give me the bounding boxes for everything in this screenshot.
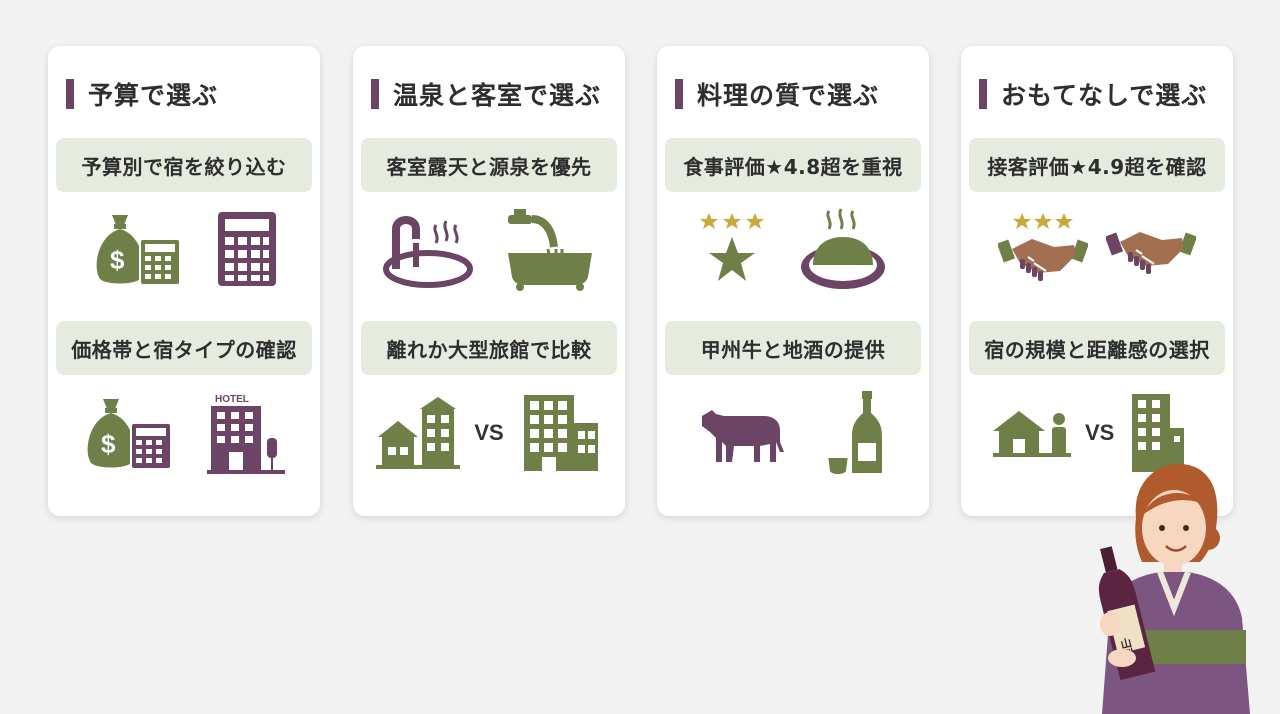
card-onsen: 温泉と客室で選ぶ 客室露天と源泉を優先 離れか大型旅館で比較 VS: [353, 46, 625, 516]
hot-spring-icon: [383, 216, 473, 288]
card-title: おもてなしで選ぶ: [979, 76, 1207, 112]
title-accent-bar: [371, 79, 379, 109]
calculator-icon: [218, 212, 276, 286]
icon-row: $: [48, 204, 320, 294]
card-title: 温泉と客室で選ぶ: [371, 76, 601, 112]
pill-label: 接客評価★4.9超を確認: [969, 138, 1225, 192]
title-accent-bar: [979, 79, 987, 109]
handshake-stars-icon: [998, 213, 1088, 281]
card-title-text: 予算で選ぶ: [88, 81, 219, 110]
hotel-building-icon: HOTEL: [207, 394, 285, 474]
pill-label: 甲州牛と地酒の提供: [665, 321, 921, 375]
vs-label: VS: [1085, 420, 1115, 445]
money-bag-calculator-icon: $: [96, 215, 181, 286]
icon-row: [657, 388, 929, 478]
pill-label: 食事評価★4.8超を重視: [665, 138, 921, 192]
pill-label: 客室露天と源泉を優先: [361, 138, 617, 192]
pill-label: 離れか大型旅館で比較: [361, 321, 617, 375]
card-hospitality: おもてなしで選ぶ 接客評価★4.9超を確認 宿の規模と距離感の選択 VS: [961, 46, 1233, 516]
sake-bottle-icon: [828, 391, 882, 474]
icon-row: [353, 204, 625, 294]
bathtub-faucet-icon: [508, 209, 592, 291]
card-title-text: 料理の質で選ぶ: [697, 81, 880, 110]
kimono-woman-illustration: 山梨: [1098, 463, 1250, 714]
card-cuisine: 料理の質で選ぶ 食事評価★4.8超を重視 甲州牛と地酒の提供: [657, 46, 929, 516]
icon-row: [961, 204, 1233, 294]
svg-text:$: $: [101, 429, 116, 459]
money-bag-calculator-icon: $: [87, 399, 172, 470]
pill-label: 予算別で宿を絞り込む: [56, 138, 312, 192]
svg-text:$: $: [110, 245, 125, 275]
large-building-icon: [523, 395, 598, 471]
card-title-text: 温泉と客室で選ぶ: [393, 81, 602, 110]
handshake-icon: [1106, 232, 1196, 274]
card-budget: 予算で選ぶ 予算別で宿を絞り込む $ 価格帯と宿タイプの確認 $ HOTEL: [48, 46, 320, 516]
small-buildings-icon: [376, 397, 461, 469]
vs-label: VS: [474, 420, 504, 445]
card-title-text: おもてなしで選ぶ: [1001, 81, 1208, 110]
card-title: 料理の質で選ぶ: [675, 76, 879, 112]
card-title: 予算で選ぶ: [66, 76, 218, 112]
icon-row: $ HOTEL: [48, 388, 320, 478]
icon-row: VS: [353, 388, 625, 478]
icon-row: [657, 204, 929, 294]
pill-label: 価格帯と宿タイプの確認: [56, 321, 312, 375]
title-accent-bar: [675, 79, 683, 109]
star-rating-icon: [700, 213, 764, 281]
title-accent-bar: [66, 79, 74, 109]
cow-icon: [702, 410, 784, 462]
pill-label: 宿の規模と距離感の選択: [969, 321, 1225, 375]
dish-icon: [801, 208, 885, 289]
svg-text:HOTEL: HOTEL: [215, 394, 249, 405]
house-person-icon: [993, 411, 1071, 457]
